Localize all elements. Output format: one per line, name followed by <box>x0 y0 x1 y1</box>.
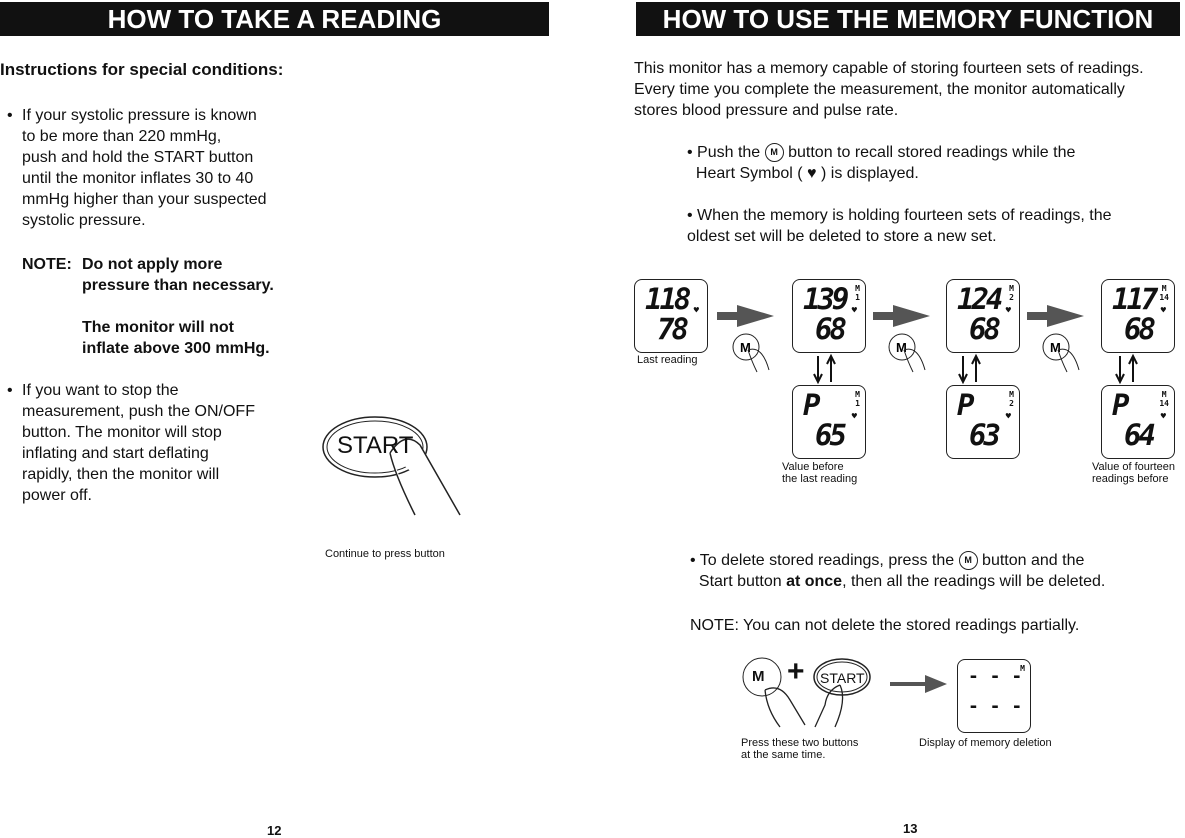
text-line: Press these two buttons <box>741 737 859 749</box>
text-line: Value of fourteen <box>1092 461 1175 473</box>
page-number-13: 13 <box>903 821 918 836</box>
arrow-right-icon <box>873 305 930 327</box>
plus-sign: + <box>787 655 805 688</box>
caption-press: Press these two buttons at the same time. <box>741 737 858 761</box>
bullet-delete: • To delete stored readings, press the M… <box>690 550 1105 592</box>
start-label: START <box>820 670 865 686</box>
text-line: readings before <box>1092 473 1169 485</box>
arrow-right-icon <box>1027 305 1084 327</box>
text-line: the last reading <box>782 473 858 485</box>
arrow-down-up-icon <box>1115 353 1138 385</box>
m-button-icon: M <box>958 551 978 571</box>
dash-row: - - - <box>968 696 1023 717</box>
m-button-label: M <box>752 668 765 685</box>
dash-row: - - - <box>968 666 1023 687</box>
arrow-down-up-icon <box>958 353 981 385</box>
delete-note: NOTE: You can not delete the stored read… <box>690 617 1080 634</box>
text-line: at the same time. <box>741 749 826 761</box>
text-line: Value before <box>782 461 844 473</box>
caption-deletion: Display of memory deletion <box>919 737 1052 749</box>
caption-last: Last reading <box>637 354 698 366</box>
caption-fourteen: Value of fourteen readings before <box>1092 461 1175 485</box>
deletion-display: M - - - - - - <box>957 659 1031 733</box>
text: , then all the readings will be deleted. <box>842 573 1106 590</box>
arrow-down-up-icon <box>813 353 836 385</box>
arrow-right-icon <box>717 305 774 327</box>
text: Start button <box>698 573 787 590</box>
text: • To delete stored readings, press the <box>690 552 955 569</box>
text: button and the <box>982 552 1085 569</box>
text: at once <box>786 573 843 590</box>
caption-before: Value before the last reading <box>782 461 857 485</box>
